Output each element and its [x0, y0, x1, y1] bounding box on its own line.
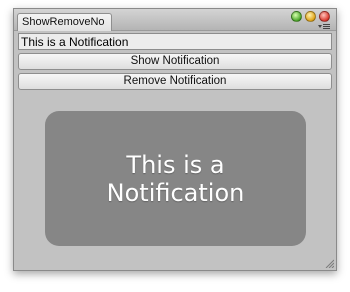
- remove-notification-button[interactable]: Remove Notification: [18, 73, 332, 90]
- notification-overlay: This is a Notification: [45, 111, 306, 246]
- maximize-button[interactable]: [291, 11, 302, 22]
- show-notification-button[interactable]: Show Notification: [18, 53, 332, 70]
- notification-message: This is a Notification: [106, 150, 245, 207]
- editor-window: ShowRemoveNo Show Notification Remove No…: [13, 8, 337, 271]
- window-controls: [291, 11, 330, 23]
- window-titlebar: ShowRemoveNo: [14, 9, 336, 31]
- notification-text-input[interactable]: [18, 33, 332, 50]
- resize-grip-icon[interactable]: [325, 259, 334, 268]
- minimize-button[interactable]: [305, 11, 316, 22]
- close-button[interactable]: [319, 11, 330, 22]
- dropdown-menu-icon[interactable]: [318, 23, 330, 30]
- window-tab[interactable]: ShowRemoveNo: [17, 13, 112, 31]
